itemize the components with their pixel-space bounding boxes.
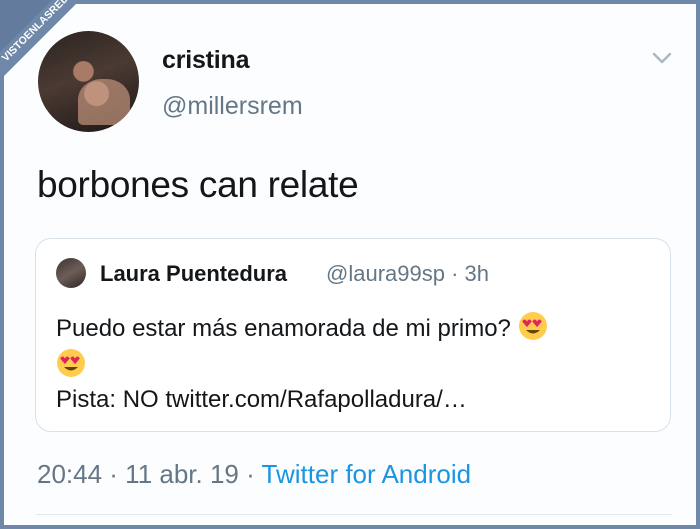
quoted-author-name[interactable]: Laura Puentedura [100, 261, 287, 287]
heart-eyes-emoji-icon [518, 312, 547, 340]
tweet-card: cristina @millersrem borbones can relate… [4, 4, 696, 525]
chevron-down-icon[interactable] [648, 44, 676, 72]
quoted-text-line1: Puedo estar más enamorada de mi primo? [56, 315, 518, 342]
author-avatar[interactable] [38, 31, 139, 132]
author-handle[interactable]: @millersrem [162, 92, 303, 121]
quoted-tweet[interactable]: Laura Puentedura @laura99sp · 3h Puedo e… [35, 238, 671, 432]
author-display-name[interactable]: cristina [162, 46, 250, 75]
tweet-metadata: 20:44 · 11 abr. 19 · Twitter for Android [37, 459, 471, 490]
tweet-source-link[interactable]: Twitter for Android [262, 459, 472, 489]
quoted-tweet-text: Puedo estar más enamorada de mi primo? P… [56, 311, 656, 417]
tweet-timestamp[interactable]: 20:44 · 11 abr. 19 · [37, 459, 262, 489]
quoted-author-avatar[interactable] [56, 258, 86, 288]
divider [36, 514, 672, 515]
tweet-text: borbones can relate [37, 164, 359, 205]
heart-eyes-emoji-icon [57, 349, 85, 377]
quoted-author-handle[interactable]: @laura99sp · 3h [326, 261, 489, 287]
quoted-text-line3[interactable]: Pista: NO twitter.com/Rafapolladura/… [56, 383, 656, 417]
